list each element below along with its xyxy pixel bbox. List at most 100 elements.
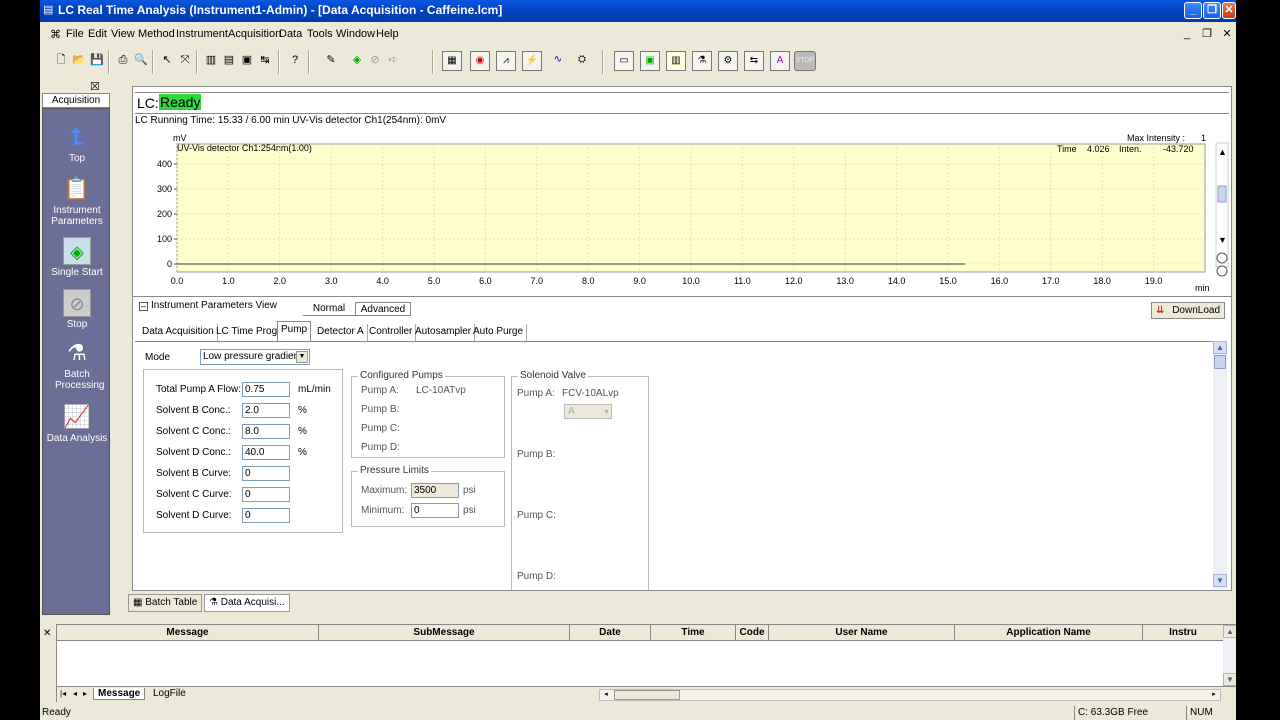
open-folder-icon[interactable]: 📂 xyxy=(70,50,88,70)
mdi-close-button[interactable]: ✕ xyxy=(1220,28,1234,42)
calibration-icon[interactable]: ⚡ xyxy=(522,51,542,71)
download-button[interactable]: ⇊ DownLoad xyxy=(1151,302,1225,319)
tab-lc-time-prog[interactable]: LC Time Prog. xyxy=(213,324,284,341)
tab-auto-purge[interactable]: Auto Purge xyxy=(470,324,528,341)
forward-icon[interactable]: ➪ xyxy=(384,50,402,70)
scroll-down-icon[interactable]: ▼ xyxy=(1213,574,1227,587)
autosampler-icon[interactable]: ⛭ xyxy=(572,51,592,71)
tab-message[interactable]: Message xyxy=(93,688,146,700)
navigate-icon[interactable]: ↹ xyxy=(256,50,274,70)
close-button[interactable]: ✕ xyxy=(1222,2,1236,19)
menu-view[interactable]: View xyxy=(111,28,135,40)
stop-all-icon[interactable]: STOP xyxy=(794,51,816,71)
menu-method[interactable]: Method xyxy=(138,28,175,40)
col-instrument[interactable]: Instru xyxy=(1143,625,1223,641)
minimum-pressure-input[interactable]: 0 xyxy=(411,503,459,518)
mode-select[interactable]: Low pressure gradient ▼ xyxy=(200,349,310,365)
panel-pin-icon[interactable]: ☒ xyxy=(90,80,100,93)
sidebar-item-data-analysis[interactable]: 📈 Data Analysis xyxy=(43,403,111,444)
total-pump-a-flow-input[interactable]: 0.75 xyxy=(242,382,290,397)
valve-icon[interactable]: ⇆ xyxy=(744,51,764,71)
scroll-up-icon[interactable]: ▲ xyxy=(1213,341,1227,354)
view-tab-advanced[interactable]: Advanced xyxy=(355,302,411,316)
instrument-icon[interactable]: ▦ xyxy=(442,51,462,71)
mdi-minimize-button[interactable]: _ xyxy=(1180,28,1194,42)
solvent-c-conc-input[interactable]: 8.0 xyxy=(242,424,290,439)
col-message[interactable]: Message xyxy=(57,625,319,641)
maximize-button[interactable]: ❐ xyxy=(1203,2,1221,19)
tab-data-acquisition-doc[interactable]: ⚗ Data Acquisi... xyxy=(204,594,290,612)
col-user-name[interactable]: User Name xyxy=(769,625,955,641)
zoom-out-icon[interactable] xyxy=(1216,265,1228,277)
collapse-icon[interactable]: – xyxy=(139,302,148,311)
solvent-d-curve-input[interactable]: 0 xyxy=(242,508,290,523)
col-date[interactable]: Date xyxy=(570,625,651,641)
plot-scrollbar[interactable] xyxy=(1215,142,1229,268)
sidebar-item-instrument-parameters[interactable]: 📋 Instrument Parameters xyxy=(43,175,111,227)
col-code[interactable]: Code xyxy=(736,625,769,641)
scroll-thumb[interactable] xyxy=(1214,355,1226,369)
tab-logfile[interactable]: LogFile xyxy=(149,688,190,699)
col-application-name[interactable]: Application Name xyxy=(955,625,1143,641)
scroll-left-icon[interactable]: ◂ xyxy=(600,690,612,700)
solvent-d-conc-input[interactable]: 40.0 xyxy=(242,445,290,460)
cursor-tool-icon[interactable]: ↖ xyxy=(158,50,176,70)
stop-icon[interactable]: ⊘ xyxy=(366,50,384,70)
minimize-button[interactable]: _ xyxy=(1184,2,1202,19)
layout-full-icon[interactable]: ▤ xyxy=(220,50,238,70)
reagent-icon[interactable]: ⚗ xyxy=(692,51,712,71)
tab-pump[interactable]: Pump xyxy=(277,321,312,341)
col-time[interactable]: Time xyxy=(651,625,736,641)
save-icon[interactable]: 💾 xyxy=(88,50,106,70)
zoom-in-icon[interactable] xyxy=(1216,252,1228,264)
oven-status-icon[interactable]: ▥ xyxy=(666,51,686,71)
tab-controller[interactable]: Controller xyxy=(366,324,417,341)
tab-prev-icon[interactable]: ◂ xyxy=(73,689,77,698)
menu-instrument[interactable]: Instrument xyxy=(176,28,228,40)
menu-help[interactable]: Help xyxy=(376,28,399,40)
plot-scroll-thumb[interactable] xyxy=(1217,185,1227,203)
view-tab-normal[interactable]: Normal xyxy=(303,302,355,316)
sidebar-tab-acquisition[interactable]: Acquisition xyxy=(42,93,110,108)
sidebar-item-top[interactable]: ⮤ Top xyxy=(43,123,111,164)
monitor-icon[interactable]: ◉ xyxy=(470,51,490,71)
pump-status-icon[interactable]: ▭ xyxy=(614,51,634,71)
scroll-up-icon[interactable]: ▲ xyxy=(1223,625,1236,638)
wizard-icon[interactable]: ✎ xyxy=(322,50,340,70)
menu-file[interactable]: File xyxy=(66,28,84,40)
maximum-pressure-input[interactable]: 3500 xyxy=(411,483,459,498)
menu-data[interactable]: Data xyxy=(279,28,302,40)
hscroll-thumb[interactable] xyxy=(614,690,680,700)
tab-data-acquisition[interactable]: Data Acquisition xyxy=(139,324,218,341)
layout-left-icon[interactable]: ▥ xyxy=(202,50,220,70)
params-scrollbar[interactable]: ▲ ▼ xyxy=(1213,341,1227,589)
message-vscroll[interactable]: ▲ ▼ xyxy=(1223,625,1236,686)
chromatogram-icon[interactable]: ⩘ xyxy=(496,51,516,71)
help-icon[interactable]: ? xyxy=(286,50,304,70)
scroll-up-icon[interactable]: ▲ xyxy=(1218,147,1227,157)
sidebar-item-stop[interactable]: ⊘ Stop xyxy=(43,289,111,330)
message-hscroll[interactable]: ◂ ▸ xyxy=(599,689,1221,701)
message-panel-close-icon[interactable]: ✕ xyxy=(43,628,53,640)
print-preview-icon[interactable]: 🔍 xyxy=(132,50,150,70)
menu-acquisition[interactable]: Acquisition xyxy=(228,28,281,40)
scroll-down-icon[interactable]: ▼ xyxy=(1223,673,1236,686)
sidebar-item-batch-processing[interactable]: ⚗ Batch Processing xyxy=(43,339,111,391)
tab-autosampler[interactable]: Autosampler xyxy=(412,324,476,341)
solenoid-pump-a-select[interactable]: A ▼ xyxy=(564,404,612,419)
col-submessage[interactable]: SubMessage xyxy=(319,625,570,641)
sidebar-item-single-start[interactable]: ◈ Single Start xyxy=(43,237,111,278)
mdi-restore-button[interactable]: ❐ xyxy=(1200,28,1214,42)
menu-tools[interactable]: Tools xyxy=(307,28,333,40)
purge-icon[interactable]: A xyxy=(770,51,790,71)
scroll-down-icon[interactable]: ▼ xyxy=(1218,235,1227,245)
tab-detector-a[interactable]: Detector A xyxy=(314,324,368,341)
solvent-b-conc-input[interactable]: 2.0 xyxy=(242,403,290,418)
start-icon[interactable]: ◈ xyxy=(348,50,366,70)
print-icon[interactable]: ⎙ xyxy=(114,50,132,70)
menu-window[interactable]: Window xyxy=(336,28,375,40)
detector-status-icon[interactable]: ▣ xyxy=(640,51,660,71)
tab-batch-table[interactable]: ▦ Batch Table xyxy=(128,594,203,612)
scroll-right-icon[interactable]: ▸ xyxy=(1208,690,1220,700)
controller-icon[interactable]: ⚙ xyxy=(718,51,738,71)
